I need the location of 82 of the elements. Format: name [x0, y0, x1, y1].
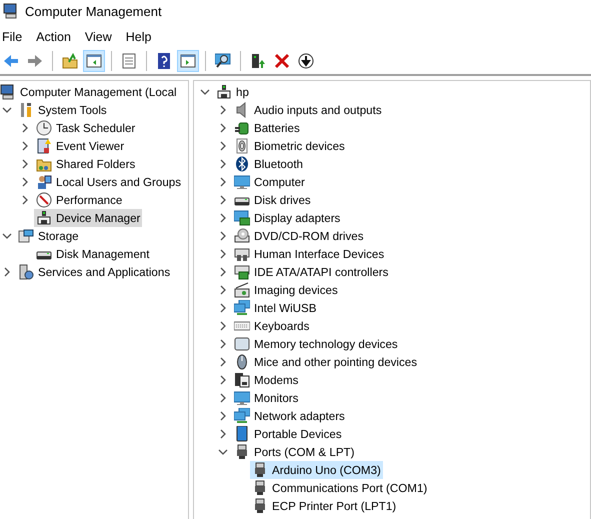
scan-hardware-icon [215, 53, 231, 69]
camera-icon [234, 282, 250, 298]
delete-icon [274, 53, 290, 69]
tree-item[interactable]: Event Viewer [34, 137, 126, 155]
help-icon [156, 53, 172, 69]
controller-icon [234, 264, 250, 280]
menu-item[interactable]: File [0, 30, 30, 44]
menu-item[interactable]: Help [124, 30, 160, 44]
tree-item[interactable]: Shared Folders [34, 155, 138, 173]
tree-item[interactable]: Biometric devices [232, 137, 347, 155]
properties-icon [121, 53, 137, 69]
network-icon [234, 300, 250, 316]
toolbar-button[interactable] [83, 50, 105, 72]
tree-item[interactable]: Keyboards [232, 317, 312, 335]
tree-item[interactable]: Display adapters [232, 209, 342, 227]
network-icon [234, 408, 250, 424]
event-log-icon [36, 138, 52, 154]
dvd-drive-icon [234, 228, 250, 244]
menu-item[interactable]: Action [34, 30, 79, 44]
port-icon [252, 462, 268, 478]
computer-icon [0, 84, 16, 100]
device-icon [36, 210, 52, 226]
folder-up-icon [62, 53, 78, 69]
tree-item[interactable]: Communications Port (COM1) [250, 479, 430, 497]
computer-icon [3, 3, 19, 19]
tree-item[interactable]: Services and Applications [16, 263, 172, 281]
tree-item[interactable]: Arduino Uno (COM3) [250, 461, 383, 479]
tree-item[interactable]: System Tools [16, 101, 109, 119]
tree-item[interactable]: DVD/CD-ROM drives [232, 227, 366, 245]
action-pane-icon [180, 53, 196, 69]
tree-item[interactable]: Performance [34, 191, 124, 209]
enable-device-icon [250, 53, 266, 69]
tree-item[interactable]: Ports (COM & LPT) [232, 443, 356, 461]
monitor-icon [234, 174, 250, 190]
window-title: Computer Management [25, 4, 162, 18]
port-icon [234, 444, 250, 460]
port-icon [252, 498, 268, 514]
tree-item[interactable]: Audio inputs and outputs [232, 101, 384, 119]
server-icon [18, 264, 34, 280]
back-icon [3, 53, 19, 69]
menu-item[interactable]: View [82, 30, 120, 44]
bluetooth-icon [234, 156, 250, 172]
tree-item[interactable]: ECP Printer Port (LPT1) [250, 497, 398, 515]
display-adapter-icon [234, 210, 250, 226]
tree-item[interactable]: Mice and other pointing devices [232, 353, 420, 371]
forward-icon [27, 53, 43, 69]
battery-icon [234, 120, 250, 136]
fingerprint-icon [234, 138, 250, 154]
tree-item[interactable]: Intel WiUSB [232, 299, 318, 317]
clock-icon [36, 120, 52, 136]
tree-item[interactable]: hp [214, 83, 251, 101]
download-icon [298, 53, 314, 69]
tree-item[interactable]: Batteries [232, 119, 302, 137]
tree-item[interactable]: Local Users and Groups [34, 173, 184, 191]
device-icon [216, 84, 232, 100]
tree-item[interactable]: Monitors [232, 389, 300, 407]
tree-item[interactable]: Bluetooth [232, 155, 305, 173]
console-tree-icon [86, 53, 102, 69]
memory-card-icon [234, 336, 250, 352]
monitor-icon [234, 390, 250, 406]
tree-item[interactable]: Device Manager [34, 209, 142, 227]
toolbar-button[interactable] [177, 50, 199, 72]
tree-item[interactable]: Memory technology devices [232, 335, 400, 353]
storage-icon [18, 228, 34, 244]
users-icon [36, 174, 52, 190]
tree-item[interactable]: Imaging devices [232, 281, 340, 299]
tree-item[interactable]: Modems [232, 371, 300, 389]
tree-item[interactable]: Storage [16, 227, 81, 245]
tree-item[interactable]: Network adapters [232, 407, 347, 425]
port-icon [252, 480, 268, 496]
tree-item[interactable]: Portable Devices [232, 425, 344, 443]
portable-device-icon [234, 426, 250, 442]
tree-item[interactable]: Computer [232, 173, 307, 191]
modem-icon [234, 372, 250, 388]
tree-item[interactable]: Computer Management (Local [0, 83, 179, 101]
tree-item[interactable]: Disk Management [34, 245, 152, 263]
tree-item[interactable]: Human Interface Devices [232, 245, 386, 263]
tree-item[interactable]: Disk drives [232, 191, 313, 209]
hid-icon [234, 246, 250, 262]
tree-item[interactable]: Task Scheduler [34, 119, 138, 137]
mouse-icon [234, 354, 250, 370]
tree-item[interactable]: IDE ATA/ATAPI controllers [232, 263, 390, 281]
